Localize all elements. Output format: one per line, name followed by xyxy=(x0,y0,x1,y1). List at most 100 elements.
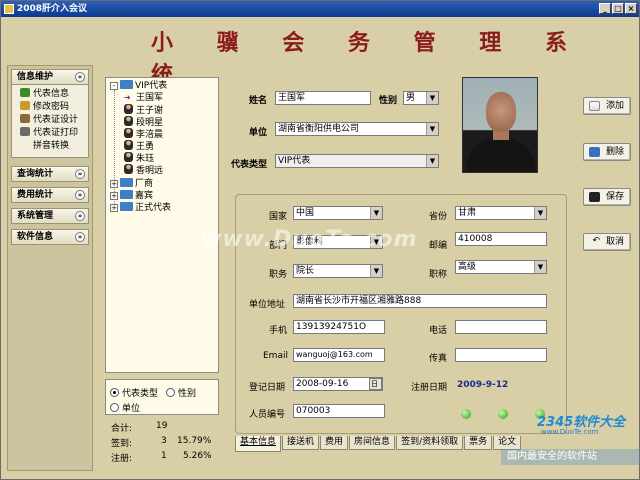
chevron-down-icon[interactable]: » xyxy=(75,190,85,200)
expand-icon[interactable]: + xyxy=(110,180,118,188)
person-icon xyxy=(124,164,133,174)
province-select[interactable]: 甘肃 ▼ xyxy=(455,206,547,220)
dropdown-arrow-icon[interactable]: ▼ xyxy=(426,123,438,135)
expand-icon[interactable]: + xyxy=(110,192,118,200)
expand-icon[interactable]: + xyxy=(110,204,118,212)
logo-url: www.DuoTe.com xyxy=(541,428,599,436)
fax-input[interactable] xyxy=(455,348,547,362)
tree-node-label: 王国军 xyxy=(136,93,164,103)
tree-leaf[interactable]: 香明远 xyxy=(124,164,163,176)
staff-id-input[interactable]: 070003 xyxy=(293,404,385,418)
tree-leaf-selected[interactable]: ➜ 王国军 xyxy=(124,92,163,104)
app-icon xyxy=(4,4,14,14)
radio-gender[interactable]: 性别 xyxy=(166,386,196,399)
zip-input[interactable]: 410008 xyxy=(455,232,547,246)
detail-tabs: 基本信息 接送机 费用 房间信息 签到/资料领取 票务 论文 xyxy=(235,436,522,452)
cancel-button[interactable]: ↶ 取消 xyxy=(583,233,631,251)
menu-section-system[interactable]: 系统管理 » xyxy=(11,208,89,224)
watermark-strip: 国内最安全的软件站 xyxy=(501,449,640,465)
email-input[interactable]: wanguoj@163.com xyxy=(293,348,385,362)
unit-select[interactable]: 湖南省衡阳供电公司 ▼ xyxy=(275,122,439,136)
select-value: VIP代表 xyxy=(278,156,311,166)
collapse-icon[interactable]: - xyxy=(110,82,118,90)
mobile-input[interactable]: 13913924751O xyxy=(293,320,385,334)
tree-leaf[interactable]: 朱珏 xyxy=(124,152,154,164)
radio-dot[interactable] xyxy=(166,388,175,397)
radio-delegate-type[interactable]: 代表类型 xyxy=(110,386,158,399)
tree-node-label: 王子谢 xyxy=(136,106,164,116)
tree-leaf[interactable]: 段明星 xyxy=(124,116,163,128)
gender-label: 性别 xyxy=(379,96,398,106)
tab-tickets[interactable]: 票务 xyxy=(464,436,493,450)
maximize-button[interactable]: □ xyxy=(612,3,624,14)
tree-leaf[interactable]: 王子谢 xyxy=(124,104,163,116)
folder-icon xyxy=(120,190,133,199)
tab-checkin[interactable]: 签到/资料领取 xyxy=(396,436,464,450)
button-label: 取消 xyxy=(605,237,624,247)
menu-section-fee-stats[interactable]: 费用统计 » xyxy=(11,187,89,203)
tab-room-info[interactable]: 房间信息 xyxy=(349,436,396,450)
staff-id-label: 人员编号 xyxy=(249,410,286,420)
tree-node-label: 段明星 xyxy=(136,118,164,128)
dropdown-arrow-icon[interactable]: ▼ xyxy=(534,261,546,273)
name-label: 姓名 xyxy=(249,96,268,106)
tree-leaf[interactable]: 李涪晨 xyxy=(124,128,163,140)
email-label: Email xyxy=(263,351,288,361)
close-button[interactable]: × xyxy=(625,3,637,14)
tree-node-label: 朱珏 xyxy=(136,154,155,164)
signup-date-label: 注册日期 xyxy=(411,383,448,393)
save-button[interactable]: 保存 xyxy=(583,188,631,206)
regdate-label: 登记日期 xyxy=(249,383,286,393)
zip-label: 邮编 xyxy=(429,241,448,251)
dropdown-arrow-icon[interactable]: ▼ xyxy=(370,207,382,219)
menu-item-change-password[interactable]: 修改密码 xyxy=(12,101,88,114)
photo-shoulders xyxy=(467,138,535,172)
tab-basic-info[interactable]: 基本信息 xyxy=(235,436,282,452)
menu-item-badge-print[interactable]: 代表证打印 xyxy=(12,127,88,140)
watermark-text: www.DuoTe.com xyxy=(201,227,418,252)
unit-label: 单位 xyxy=(249,128,268,138)
position-select[interactable]: 院长 ▼ xyxy=(293,264,383,278)
dropdown-arrow-icon[interactable]: ▼ xyxy=(426,155,438,167)
dropdown-arrow-icon[interactable]: ▼ xyxy=(426,92,438,104)
phone-input[interactable] xyxy=(455,320,547,334)
person-icon xyxy=(124,116,133,126)
tree-leaf[interactable]: 王勇 xyxy=(124,140,154,152)
dropdown-arrow-icon[interactable]: ▼ xyxy=(370,265,382,277)
menu-item-pinyin[interactable]: 拼音转换 xyxy=(12,140,88,153)
country-select[interactable]: 中国 ▼ xyxy=(293,206,383,220)
tab-airport-pickup[interactable]: 接送机 xyxy=(282,436,320,450)
tree-node-label: 嘉宾 xyxy=(135,191,154,201)
chevron-down-icon[interactable]: » xyxy=(75,211,85,221)
calendar-button[interactable]: 日 xyxy=(369,378,382,390)
tab-fees[interactable]: 费用 xyxy=(320,436,349,450)
delegate-tree[interactable]: - VIP代表 ➜ 王国军 王子谢 段明星 李涪晨 王勇 朱珏 香明远 + 厂商 + 嘉… xyxy=(105,77,219,373)
title-select[interactable]: 高级 ▼ xyxy=(455,260,547,274)
radio-unit[interactable]: 单位 xyxy=(110,401,140,414)
dropdown-arrow-icon[interactable]: ▼ xyxy=(534,207,546,219)
tree-node-regular[interactable]: + 正式代表 xyxy=(110,202,171,214)
address-input[interactable]: 湖南省长沙市开福区湘雅路888 xyxy=(293,294,547,308)
select-value: 高级 xyxy=(458,262,477,272)
radio-dot[interactable] xyxy=(110,388,119,397)
menu-item-badge-design[interactable]: 代表证设计 xyxy=(12,114,88,127)
add-button[interactable]: 添加 xyxy=(583,97,631,115)
minimize-button[interactable]: _ xyxy=(599,3,611,14)
menu-section-software-info[interactable]: 软件信息 » xyxy=(11,229,89,245)
gender-select[interactable]: 男 ▼ xyxy=(403,91,439,105)
menu-section-query-stats[interactable]: 查询统计 » xyxy=(11,166,89,182)
menu-section-info-maintenance[interactable]: 信息维护 « xyxy=(11,69,89,85)
name-input[interactable]: 王国军 xyxy=(275,91,371,105)
tree-node-vip[interactable]: - VIP代表 xyxy=(110,80,167,92)
radio-dot[interactable] xyxy=(110,403,119,412)
delete-button[interactable]: 删除 xyxy=(583,143,631,161)
tree-node-vendor[interactable]: + 厂商 xyxy=(110,178,153,190)
chevron-down-icon[interactable]: » xyxy=(75,232,85,242)
arrow-right-icon: ➜ xyxy=(124,93,131,102)
type-select[interactable]: VIP代表 ▼ xyxy=(275,154,439,168)
chevron-down-icon[interactable]: » xyxy=(75,169,85,179)
tree-node-guest[interactable]: + 嘉宾 xyxy=(110,190,153,202)
mobile-label: 手机 xyxy=(269,326,288,336)
chevron-up-icon[interactable]: « xyxy=(75,72,85,82)
menu-item-delegate-info[interactable]: 代表信息 xyxy=(12,88,88,101)
